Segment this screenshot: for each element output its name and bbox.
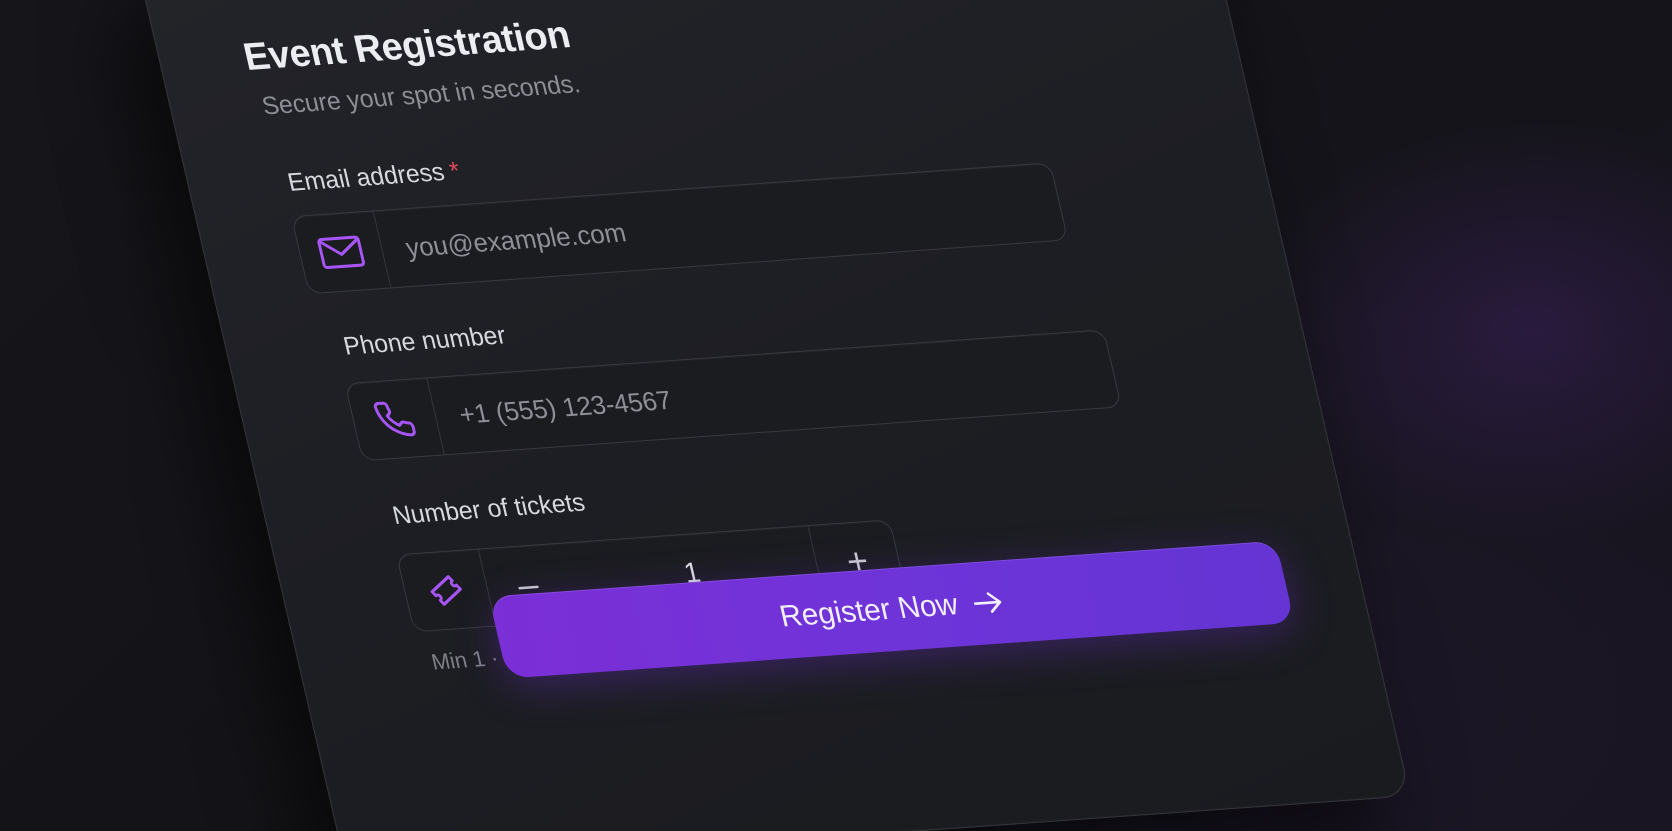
page-background: Event Registration Secure your spot in s…	[0, 0, 1672, 831]
registration-card: Event Registration Secure your spot in s…	[138, 0, 1411, 831]
phone-label: Phone number	[340, 321, 509, 361]
tickets-label: Number of tickets	[389, 488, 588, 530]
email-label-text: Email address	[284, 157, 448, 197]
email-label: Email address*	[285, 157, 463, 198]
phone-input[interactable]	[427, 330, 1121, 455]
form-title: Event Registration	[239, 13, 575, 79]
required-mark: *	[446, 156, 463, 186]
form-subtitle: Secure your spot in seconds.	[259, 69, 583, 121]
arrow-right-icon	[971, 590, 1006, 616]
register-button-label: Register Now	[776, 587, 962, 634]
email-input[interactable]	[373, 163, 1068, 288]
